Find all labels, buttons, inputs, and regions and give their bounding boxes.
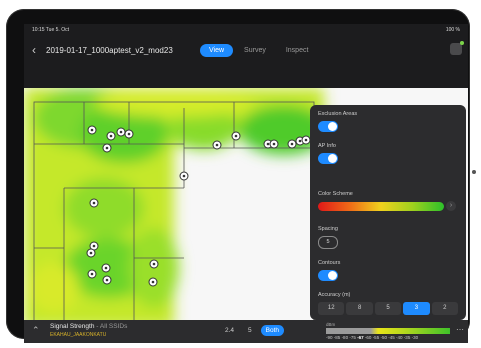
scale-unit: dBm bbox=[326, 322, 336, 327]
color-scheme-label: Color Scheme bbox=[318, 191, 353, 197]
scale-value: -40 bbox=[396, 335, 403, 340]
coverage-layer bbox=[24, 88, 329, 328]
exclusion-areas-label: Exclusion Areas bbox=[318, 111, 358, 117]
accuracy-selector: 12 8 5 3 2 bbox=[318, 302, 459, 315]
accuracy-option[interactable]: 5 bbox=[374, 302, 402, 315]
status-bar: 10:15 Tue 5. Oct 100 % bbox=[24, 24, 468, 36]
scale-value: -35 bbox=[403, 335, 411, 340]
tab-inspect[interactable]: Inspect bbox=[277, 44, 318, 57]
access-point-icon[interactable] bbox=[106, 131, 116, 141]
tab-survey[interactable]: Survey bbox=[235, 44, 275, 57]
band-selector: 2.4 5 Both bbox=[220, 325, 285, 336]
ap-info-label: AP Info bbox=[318, 143, 336, 149]
tablet-frame: 10:15 Tue 5. Oct 100 % ‹ 2019-01-17_1000… bbox=[6, 9, 470, 343]
access-point-icon[interactable] bbox=[102, 143, 112, 153]
battery-indicator: 100 % bbox=[445, 27, 460, 33]
ap-info-toggle[interactable] bbox=[318, 153, 338, 164]
scale-value: -60 bbox=[364, 335, 372, 340]
color-scheme-bar[interactable] bbox=[318, 202, 444, 211]
mode-tabs: View Survey Inspect bbox=[200, 44, 317, 57]
project-title: 2019-01-17_1000aptest_v2_mod23 bbox=[46, 46, 173, 55]
access-point-icon[interactable] bbox=[102, 275, 112, 285]
toggle-knob bbox=[328, 271, 337, 280]
scale-value: -50 bbox=[380, 335, 387, 340]
access-point-icon[interactable] bbox=[86, 248, 96, 258]
access-point-icon[interactable] bbox=[87, 269, 97, 279]
visualization-name: Signal Strength bbox=[50, 323, 95, 330]
access-point-icon[interactable] bbox=[148, 277, 158, 287]
access-point-icon[interactable] bbox=[212, 140, 222, 150]
spacing-value-button[interactable]: 5 bbox=[318, 236, 338, 249]
accuracy-option[interactable]: 2 bbox=[431, 302, 459, 315]
band-24ghz-button[interactable]: 2.4 bbox=[220, 325, 239, 336]
scale-value: -85 bbox=[333, 335, 341, 340]
signal-scale-bar[interactable] bbox=[326, 328, 450, 334]
sidebar-icon[interactable] bbox=[450, 41, 464, 55]
scale-value: -80 bbox=[341, 335, 349, 340]
access-point-icon[interactable] bbox=[116, 127, 126, 137]
app-screen: 10:15 Tue 5. Oct 100 % ‹ 2019-01-17_1000… bbox=[24, 24, 468, 343]
accuracy-option-selected[interactable]: 3 bbox=[403, 302, 430, 315]
view-settings-panel: Exclusion Areas AP Info Color Scheme › S… bbox=[310, 105, 466, 320]
access-point-icon[interactable] bbox=[101, 263, 111, 273]
band-5ghz-button[interactable]: 5 bbox=[243, 325, 257, 336]
toggle-knob bbox=[328, 154, 337, 163]
toggle-knob bbox=[328, 122, 337, 131]
bottom-bar: ⌃ Signal Strength - All SSIDs EKAHAU_JAA… bbox=[24, 320, 468, 343]
scale-value: -45 bbox=[388, 335, 395, 340]
contours-label: Contours bbox=[318, 260, 341, 266]
access-point-icon[interactable] bbox=[301, 135, 311, 145]
accuracy-option[interactable]: 12 bbox=[318, 302, 345, 315]
exclusion-areas-toggle[interactable] bbox=[318, 121, 338, 132]
status-time: 10:15 Tue 5. Oct bbox=[32, 27, 69, 33]
accuracy-option[interactable]: 8 bbox=[346, 302, 373, 315]
access-point-icon[interactable] bbox=[89, 198, 99, 208]
scale-value: -55 bbox=[372, 335, 380, 340]
access-point-icon[interactable] bbox=[149, 259, 159, 269]
visualization-title[interactable]: Signal Strength - All SSIDs bbox=[50, 323, 127, 330]
scale-value: -75 bbox=[349, 335, 356, 340]
scale-value: -90 bbox=[326, 335, 333, 340]
camera-dot bbox=[472, 170, 476, 174]
access-point-icon[interactable] bbox=[87, 125, 97, 135]
ssid-label: EKAHAU_JAAKONKATU bbox=[50, 332, 107, 338]
tab-view[interactable]: View bbox=[200, 44, 234, 57]
chevron-left-icon[interactable]: ‹ bbox=[32, 43, 36, 57]
ellipsis-icon[interactable]: ⋯ bbox=[456, 325, 464, 334]
access-point-icon[interactable] bbox=[231, 131, 241, 141]
spacing-label: Spacing bbox=[318, 226, 338, 232]
contours-toggle[interactable] bbox=[318, 270, 338, 281]
accuracy-label: Accuracy (m) bbox=[318, 292, 351, 298]
signal-scale-labels: -90 -85 -80 -75 -67 -60 -55 -50 -45 -40 … bbox=[326, 335, 466, 340]
chevron-right-icon[interactable]: › bbox=[446, 201, 456, 211]
navigation-bar: ‹ 2019-01-17_1000aptest_v2_mod23 View Su… bbox=[24, 38, 468, 64]
visualization-filter: - All SSIDs bbox=[94, 323, 128, 330]
access-point-icon[interactable] bbox=[124, 129, 134, 139]
access-point-icon[interactable] bbox=[269, 139, 279, 149]
scale-value-selected: -67 bbox=[357, 335, 364, 340]
chevron-up-icon[interactable]: ⌃ bbox=[32, 325, 40, 336]
access-point-icon[interactable] bbox=[287, 139, 297, 149]
band-both-button[interactable]: Both bbox=[260, 325, 285, 336]
scale-value: -30 bbox=[411, 335, 419, 340]
access-point-icon[interactable] bbox=[179, 171, 189, 181]
